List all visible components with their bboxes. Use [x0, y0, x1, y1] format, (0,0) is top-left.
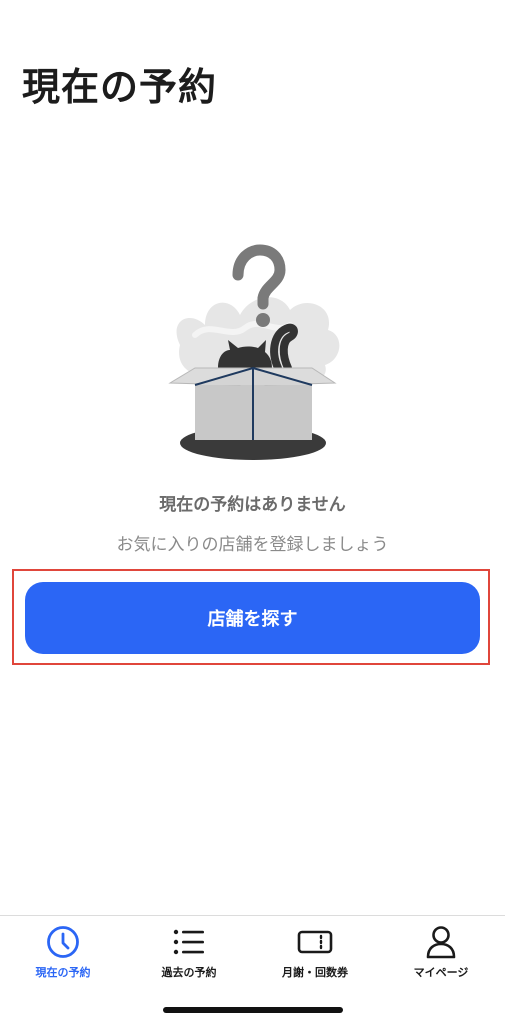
- tab-current-reservations[interactable]: 現在の予約: [0, 916, 126, 986]
- clock-icon: [45, 926, 81, 958]
- cat-in-box-illustration: [168, 244, 340, 460]
- tab-label: 現在の予約: [35, 966, 91, 979]
- tab-past-reservations[interactable]: 過去の予約: [126, 916, 252, 986]
- tab-label: 月謝・回数券: [282, 966, 348, 979]
- empty-state-subtitle: お気に入りの店舗を登録しましょう: [116, 535, 389, 555]
- home-indicator: [163, 1007, 343, 1013]
- tab-my-page[interactable]: マイページ: [378, 916, 504, 986]
- empty-state-title: 現在の予約はありません: [159, 495, 346, 515]
- person-icon: [423, 926, 459, 959]
- find-store-button[interactable]: 店舗を探す: [25, 582, 480, 654]
- ticket-icon: [297, 926, 333, 958]
- page-title: 現在の予約: [22, 65, 218, 109]
- list-icon: [171, 926, 207, 958]
- tab-label: マイページ: [413, 966, 469, 979]
- tab-monthly-tickets[interactable]: 月謝・回数券: [252, 916, 378, 986]
- tab-label: 過去の予約: [161, 966, 217, 979]
